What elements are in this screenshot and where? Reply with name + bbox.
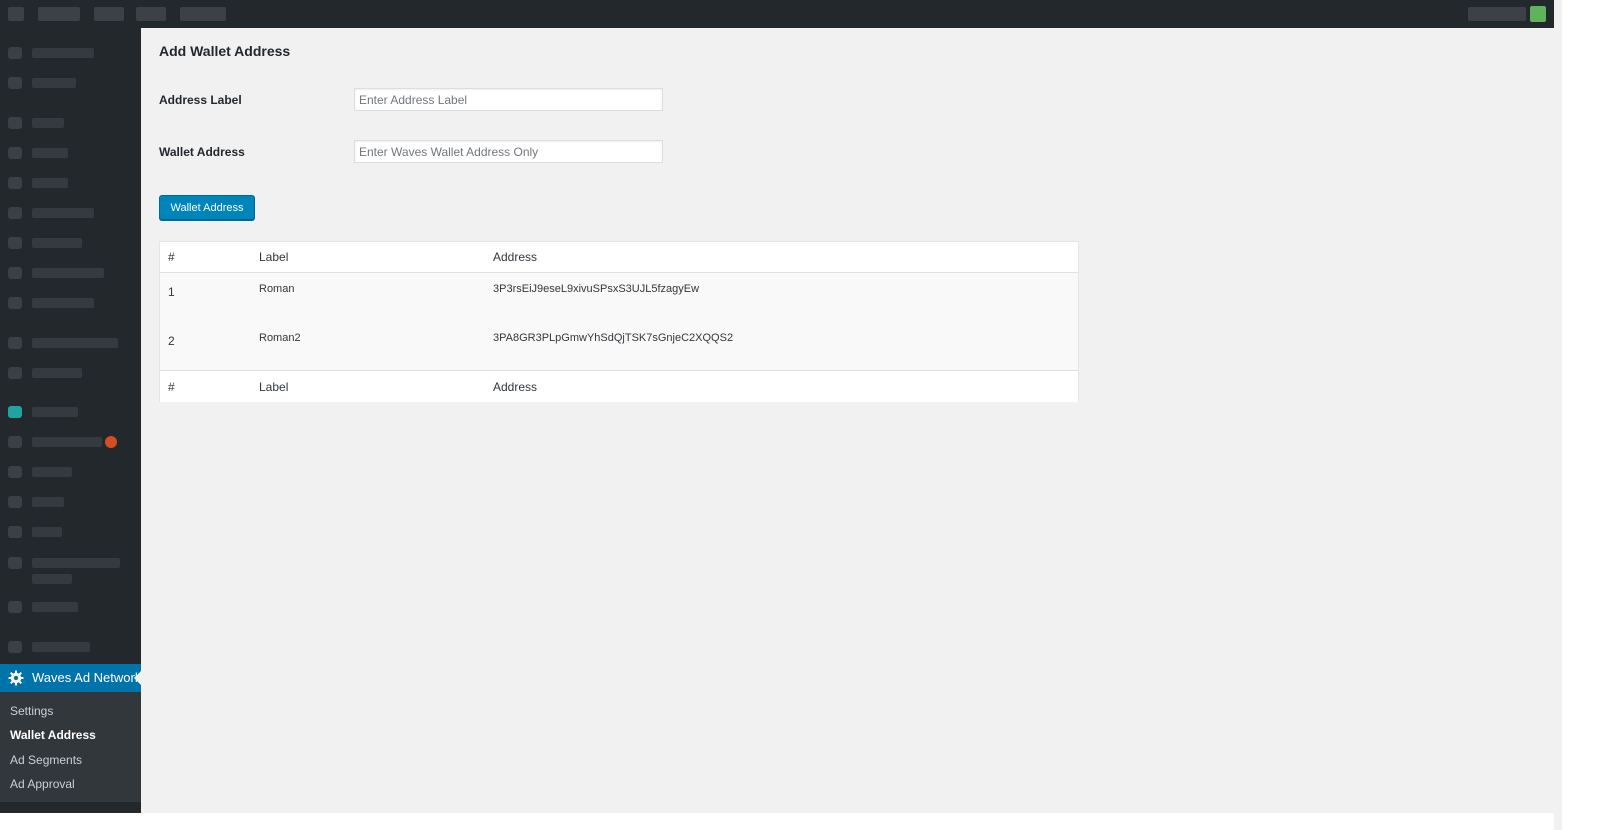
- admin-sidebar: Waves Ad Network Settings Wallet Address…: [0, 28, 141, 813]
- submenu-item-wallet-address[interactable]: Wallet Address: [10, 728, 96, 742]
- row-label: Roman2: [259, 332, 301, 344]
- row-address: 3P3rsEiJ9eseL9xivuSPsxS3UJL5fzagyEw: [493, 283, 700, 295]
- new-content-link[interactable]: [180, 7, 226, 21]
- column-footer-number: #: [168, 380, 175, 394]
- current-menu-arrow: [134, 671, 141, 685]
- row-label: Roman: [259, 283, 295, 295]
- main-content: Add Wallet Address Address Label Wallet …: [141, 28, 1554, 813]
- table-header: # Label Address: [160, 242, 1078, 272]
- updates-link[interactable]: [94, 7, 124, 21]
- update-count-badge: [105, 436, 117, 448]
- submenu-item-ad-approval[interactable]: Ad Approval: [10, 777, 75, 791]
- table-row: 1 Roman 3P3rsEiJ9eseL9xivuSPsxS3UJL5fzag…: [160, 273, 1078, 322]
- comments-link[interactable]: [136, 7, 166, 21]
- admin-bar: [0, 0, 1554, 28]
- column-footer-address: Address: [493, 380, 538, 394]
- row-address: 3PA8GR3PLpGmwYhSdQjTSK7sGnjeC2XQQS2: [493, 332, 734, 344]
- row-number: 1: [168, 285, 175, 299]
- row-number: 2: [168, 334, 175, 348]
- window-edge: [1554, 0, 1562, 830]
- gear-icon: [8, 670, 24, 686]
- wallet-address-label: Wallet Address: [159, 145, 245, 159]
- submenu: Settings Wallet Address Ad Segments Ad A…: [0, 692, 141, 802]
- table-footer: # Label Address: [160, 372, 1078, 402]
- page-title: Add Wallet Address: [159, 43, 291, 59]
- table-row: 2 Roman2 3PA8GR3PLpGmwYhSdQjTSK7sGnjeC2X…: [160, 322, 1078, 371]
- site-name-link[interactable]: [38, 7, 80, 21]
- table-body: 1 Roman 3P3rsEiJ9eseL9xivuSPsxS3UJL5fzag…: [160, 272, 1078, 371]
- add-wallet-address-button[interactable]: Wallet Address: [159, 195, 255, 220]
- column-header-label: Label: [259, 250, 289, 264]
- column-header-number: #: [168, 250, 175, 264]
- sidebar-item-label: Waves Ad Network: [32, 670, 142, 685]
- address-label-label: Address Label: [159, 93, 242, 107]
- account-link[interactable]: [1468, 7, 1526, 21]
- address-label-input[interactable]: [354, 88, 663, 111]
- column-footer-label: Label: [259, 380, 289, 394]
- submenu-item-settings[interactable]: Settings: [10, 704, 53, 718]
- wordpress-logo-icon[interactable]: [8, 7, 24, 21]
- column-header-address: Address: [493, 250, 538, 264]
- sidebar-item-waves-ad-network[interactable]: Waves Ad Network: [0, 664, 141, 692]
- wallet-address-table: # Label Address 1 Roman 3P3rsEiJ9eseL9xi…: [159, 241, 1079, 402]
- avatar[interactable]: [1530, 6, 1546, 22]
- wallet-address-input[interactable]: [354, 140, 663, 163]
- submenu-item-ad-segments[interactable]: Ad Segments: [10, 753, 82, 767]
